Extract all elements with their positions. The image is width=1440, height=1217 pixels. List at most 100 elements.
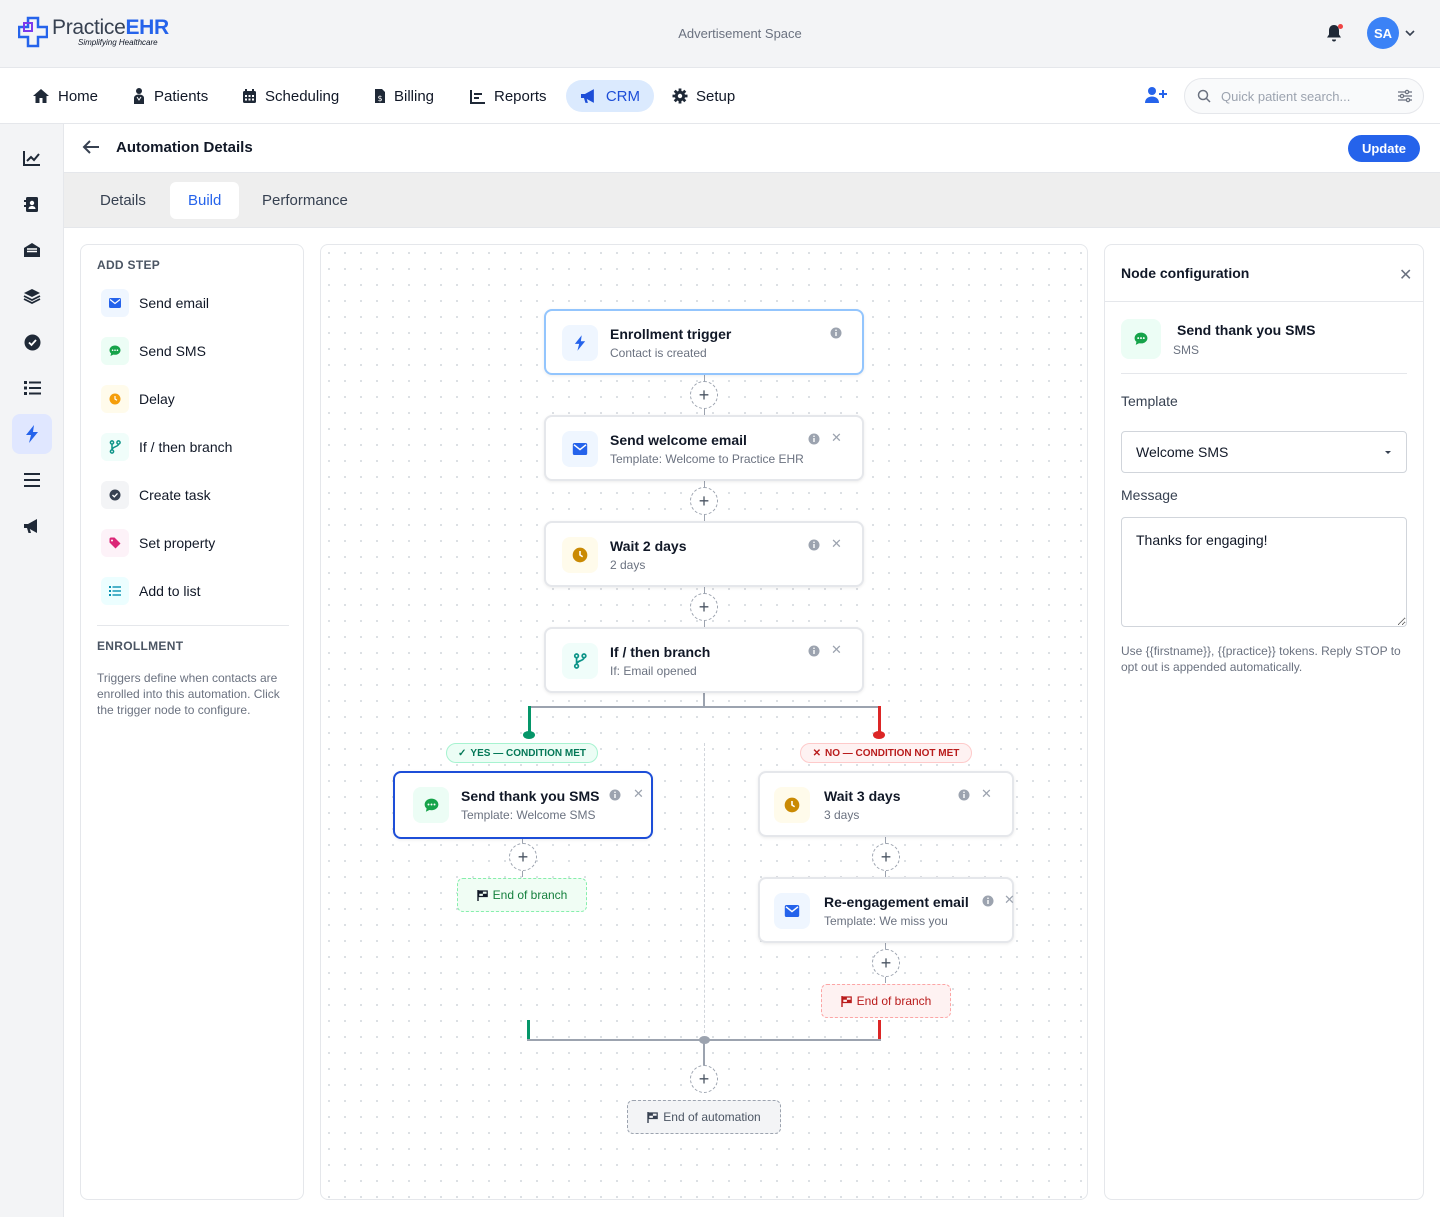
divider [1105,301,1423,302]
check-circle-icon [24,334,40,350]
step-icon-box [101,289,129,317]
close-icon[interactable]: ✕ [1399,265,1412,285]
add-step-button[interactable]: + [690,487,718,515]
flag-icon [476,889,488,901]
rail-layers[interactable] [12,276,52,316]
rail-inbox[interactable] [12,230,52,270]
sms-icon [1134,332,1148,345]
search-input[interactable] [1221,88,1391,104]
close-icon[interactable]: ✕ [831,431,842,444]
chart-icon [23,151,40,166]
step-icon-box [101,529,129,557]
nav-reports[interactable]: Reports [456,80,561,112]
close-icon[interactable]: ✕ [981,787,992,800]
info-icon[interactable] [830,327,842,339]
add-step-button[interactable]: + [690,1065,718,1093]
node-send-thank-you-sms[interactable]: Send thank you SMS Template: Welcome SMS… [393,771,653,839]
node-re-engagement-email[interactable]: Re-engagement email Template: We miss yo… [758,877,1015,943]
step-add-to-list[interactable]: Add to list [101,575,200,607]
node-wait-3-days[interactable]: Wait 3 days 3 days ✕ [758,771,1014,837]
notification-dot [1338,24,1343,29]
rail-contacts[interactable] [12,184,52,224]
back-arrow-icon[interactable] [82,139,100,155]
rail-automations[interactable] [12,414,52,454]
info-icon[interactable] [808,645,820,657]
node-icon-box [562,325,598,361]
step-delay[interactable]: Delay [101,383,175,415]
info-icon[interactable] [958,789,970,801]
filter-icon[interactable] [1397,89,1413,103]
node-icon-box [562,537,598,573]
tab-build[interactable]: Build [170,182,240,219]
megaphone-icon [24,519,37,533]
rail-tasks[interactable] [12,322,52,362]
home-icon [33,89,49,103]
patient-search[interactable] [1184,78,1424,114]
avatar[interactable]: SA [1367,17,1399,49]
add-step-button[interactable]: + [690,381,718,409]
clock-icon [109,393,121,405]
template-label: Template [1121,393,1178,409]
step-label: Delay [139,391,175,407]
step-send-email[interactable]: Send email [101,287,209,319]
node-send-welcome-email[interactable]: Send welcome email Template: Welcome to … [544,415,864,481]
nav-crm[interactable]: CRM [566,80,654,112]
info-icon[interactable] [982,895,994,907]
chevron-down-icon[interactable] [1404,28,1416,38]
node-subtitle: If: Email opened [610,664,697,678]
nav-label: Billing [394,87,435,105]
step-set-property[interactable]: Set property [101,527,215,559]
add-step-button[interactable]: + [690,593,718,621]
add-step-panel: ADD STEP Send email Send SMS Delay If / … [80,244,304,1200]
center-guide [704,743,705,1033]
step-branch[interactable]: If / then branch [101,431,232,463]
close-icon[interactable]: ✕ [831,537,842,550]
config-node-title: Send thank you SMS [1177,322,1316,338]
node-if-then-branch[interactable]: If / then branch If: Email opened ✕ [544,627,864,693]
node-enrollment-trigger[interactable]: Enrollment trigger Contact is created [544,309,864,375]
add-user-icon[interactable] [1145,86,1167,104]
config-title: Node configuration [1121,265,1250,281]
info-icon[interactable] [808,539,820,551]
divider [97,625,289,626]
sms-icon [109,345,121,356]
bolt-icon [26,425,38,443]
add-step-button[interactable]: + [872,843,900,871]
rail-campaigns[interactable] [12,506,52,546]
step-create-task[interactable]: Create task [101,479,211,511]
node-icon-box [562,643,598,679]
node-title: Wait 3 days [824,788,901,804]
rail-menu[interactable] [12,460,52,500]
divider [1121,373,1407,374]
nav-scheduling[interactable]: Scheduling [228,80,353,112]
update-button[interactable]: Update [1348,135,1420,162]
branch-icon [573,653,587,669]
close-icon[interactable]: ✕ [831,643,842,656]
rail-lists[interactable] [12,368,52,408]
nav-home[interactable]: Home [18,80,112,112]
add-step-button[interactable]: + [872,949,900,977]
message-label: Message [1121,487,1178,503]
node-configuration-panel: Node configuration ✕ Send thank you SMS … [1104,244,1424,1200]
nav-patients[interactable]: Patients [118,80,222,112]
node-wait-2-days[interactable]: Wait 2 days 2 days ✕ [544,521,864,587]
end-automation-label: End of automation [663,1110,761,1124]
close-icon[interactable]: ✕ [1004,893,1015,906]
message-textarea[interactable]: Thanks for engaging! [1121,517,1407,627]
close-icon[interactable]: ✕ [633,787,644,800]
info-icon[interactable] [609,789,621,801]
rail-analytics[interactable] [12,138,52,178]
add-step-button[interactable]: + [509,843,537,871]
node-title: If / then branch [610,644,711,660]
flow-canvas[interactable]: Enrollment trigger Contact is created + … [320,244,1088,1200]
tab-details[interactable]: Details [82,182,164,219]
ad-space: Advertisement Space [678,26,802,41]
nav-billing[interactable]: $ Billing [360,80,448,112]
template-select[interactable]: Welcome SMS [1121,431,1407,473]
bolt-icon [574,335,586,351]
step-send-sms[interactable]: Send SMS [101,335,206,367]
nav-setup[interactable]: Setup [658,80,749,112]
tab-performance[interactable]: Performance [244,182,366,219]
info-icon[interactable] [808,433,820,445]
megaphone-icon [580,89,594,103]
